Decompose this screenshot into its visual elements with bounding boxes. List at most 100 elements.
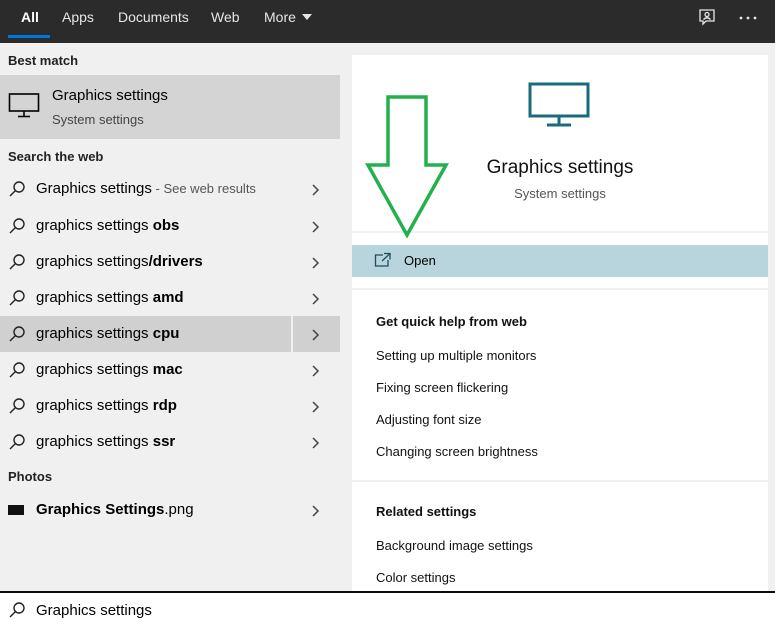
related-link[interactable]: Background image settings — [376, 538, 533, 553]
web-result-expand[interactable] — [293, 280, 340, 316]
web-result-expand[interactable] — [293, 352, 340, 388]
tab-more[interactable]: More — [264, 0, 312, 43]
web-result-suggestion: amd — [152, 289, 184, 306]
results-panel: Best match Graphics settings System sett… — [0, 43, 340, 591]
web-result-expand[interactable] — [293, 316, 340, 352]
tab-more-label: More — [264, 9, 296, 25]
quick-help-header: Get quick help from web — [376, 314, 527, 329]
web-result-text: graphics settings ssr — [36, 433, 175, 450]
web-result-main[interactable]: graphics settings/drivers — [0, 244, 291, 280]
web-result-row[interactable]: graphics settings obs — [0, 208, 340, 244]
search-icon — [8, 325, 26, 343]
down-arrow-annotation-icon — [362, 95, 452, 240]
web-result-main[interactable]: graphics settings cpu — [0, 316, 291, 352]
web-result-main[interactable]: graphics settings obs — [0, 208, 291, 244]
web-result-text: graphics settings cpu — [36, 325, 179, 342]
best-match-item[interactable]: Graphics settings System settings — [0, 75, 340, 139]
web-result-suggestion: cpu — [152, 325, 180, 342]
photo-result-expand[interactable] — [293, 492, 340, 528]
web-result-query: graphics settings — [36, 433, 153, 450]
help-link[interactable]: Changing screen brightness — [376, 444, 538, 459]
photo-result-row[interactable]: Graphics Settings.png — [0, 492, 340, 528]
best-match-subtitle: System settings — [52, 112, 144, 127]
web-result-row[interactable]: Graphics settings - See web results — [0, 171, 340, 207]
monitor-icon — [528, 82, 590, 128]
search-icon — [8, 253, 26, 271]
search-filter-bar: All Apps Documents Web More — [0, 0, 775, 43]
best-match-title: Graphics settings — [52, 87, 168, 104]
web-result-row[interactable]: graphics settings mac — [0, 352, 340, 388]
photo-result-name: Graphics Settings — [36, 501, 165, 518]
search-icon — [8, 397, 26, 415]
search-icon — [8, 433, 26, 451]
web-result-main[interactable]: Graphics settings - See web results — [0, 171, 291, 207]
search-web-header: Search the web — [8, 149, 104, 164]
open-button[interactable]: Open — [352, 245, 768, 277]
search-input[interactable]: Graphics settings — [36, 602, 152, 619]
web-result-query: graphics settings — [36, 253, 149, 270]
web-result-suggestion: /drivers — [148, 253, 203, 270]
web-result-main[interactable]: graphics settings mac — [0, 352, 291, 388]
web-result-expand[interactable] — [293, 388, 340, 424]
web-result-text: graphics settings mac — [36, 361, 183, 378]
web-result-row-selected[interactable]: graphics settings cpu — [0, 316, 340, 352]
search-icon — [8, 289, 26, 307]
search-icon — [8, 217, 26, 235]
chevron-right-icon — [310, 328, 322, 341]
web-result-row[interactable]: graphics settings amd — [0, 280, 340, 316]
web-result-query: graphics settings — [36, 397, 153, 414]
tab-web[interactable]: Web — [211, 0, 240, 43]
help-link[interactable]: Fixing screen flickering — [376, 380, 508, 395]
search-icon — [8, 361, 26, 379]
tab-apps[interactable]: Apps — [62, 0, 94, 43]
feedback-icon[interactable] — [697, 8, 717, 28]
chevron-right-icon — [310, 400, 322, 413]
divider — [352, 480, 768, 482]
web-result-main[interactable]: graphics settings amd — [0, 280, 291, 316]
chevron-right-icon — [310, 292, 322, 305]
photo-result-main[interactable]: Graphics Settings.png — [0, 492, 291, 528]
web-result-query: graphics settings — [36, 325, 153, 342]
web-result-text: graphics settings rdp — [36, 397, 177, 414]
web-result-suggestion: mac — [152, 361, 183, 378]
photos-header: Photos — [8, 469, 53, 484]
image-file-icon — [8, 505, 24, 515]
web-result-main[interactable]: graphics settings ssr — [0, 424, 291, 460]
web-result-row[interactable]: graphics settings/drivers — [0, 244, 340, 280]
active-tab-indicator — [8, 35, 50, 38]
chevron-right-icon — [310, 436, 322, 449]
web-result-text: Graphics settings - See web results — [36, 180, 256, 197]
web-result-main[interactable]: graphics settings rdp — [0, 388, 291, 424]
search-icon — [8, 180, 26, 198]
help-link[interactable]: Adjusting font size — [376, 412, 482, 427]
search-icon — [8, 601, 26, 619]
related-link[interactable]: Color settings — [376, 570, 455, 585]
web-result-suggestion: obs — [152, 217, 180, 234]
search-box[interactable]: Graphics settings — [0, 591, 775, 625]
photo-result-extension: .png — [164, 501, 194, 518]
web-result-expand[interactable] — [293, 171, 340, 207]
web-result-expand[interactable] — [293, 244, 340, 280]
web-result-hint: - See web results — [151, 181, 256, 196]
open-icon — [374, 252, 392, 268]
web-result-text: graphics settings amd — [36, 289, 184, 306]
chevron-right-icon — [310, 220, 322, 233]
web-result-row[interactable]: graphics settings rdp — [0, 388, 340, 424]
tab-documents[interactable]: Documents — [118, 0, 189, 43]
web-result-expand[interactable] — [293, 424, 340, 460]
related-settings-header: Related settings — [376, 504, 477, 519]
web-result-row[interactable]: graphics settings ssr — [0, 424, 340, 460]
divider — [352, 288, 768, 290]
open-label: Open — [404, 253, 436, 268]
web-result-text: graphics settings/drivers — [36, 253, 203, 270]
web-result-query: graphics settings — [36, 289, 153, 306]
help-link[interactable]: Setting up multiple monitors — [376, 348, 536, 363]
web-result-suggestion: ssr — [152, 433, 176, 450]
web-result-query: Graphics settings — [36, 180, 152, 197]
chevron-right-icon — [310, 183, 322, 196]
chevron-right-icon — [310, 364, 322, 377]
web-result-expand[interactable] — [293, 208, 340, 244]
photo-result-text: Graphics Settings.png — [36, 501, 194, 518]
ellipsis-icon[interactable] — [738, 8, 758, 28]
web-result-text: graphics settings obs — [36, 217, 179, 234]
